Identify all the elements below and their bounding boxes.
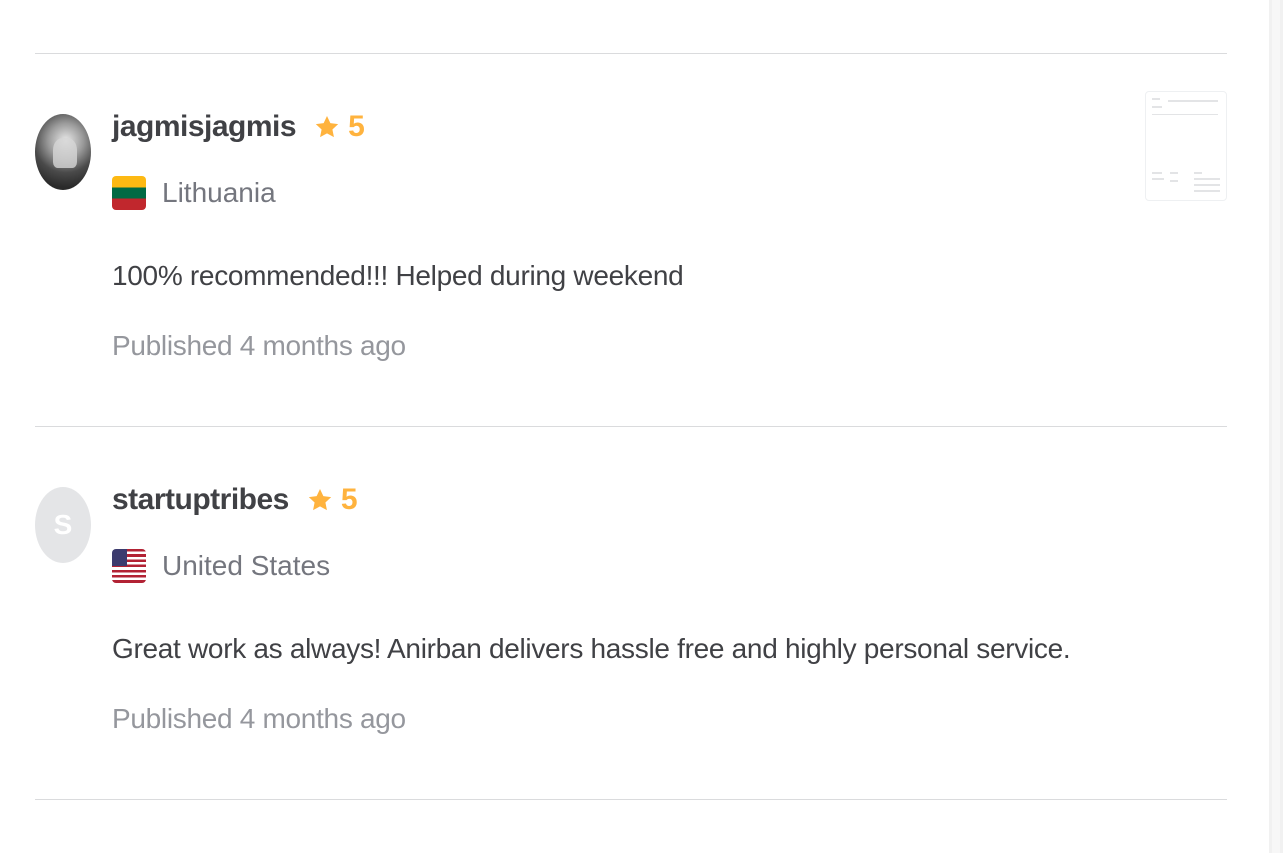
review-item: S startuptribes 5 United States Great wo… (35, 427, 1227, 799)
flag-united-states-icon (112, 549, 146, 583)
published-date: Published 4 months ago (112, 330, 406, 361)
username[interactable]: jagmisjagmis (112, 110, 297, 144)
star-icon (315, 115, 339, 138)
attachment-thumbnail[interactable] (1145, 91, 1227, 201)
review-text: 100% recommended!!! Helped during weeken… (112, 260, 684, 291)
rating-value: 5 (348, 110, 365, 143)
scrollbar-track[interactable] (1269, 0, 1283, 853)
country-name: Lithuania (162, 177, 276, 208)
published-date: Published 4 months ago (112, 703, 406, 734)
review-text: Great work as always! Anirban delivers h… (112, 633, 1071, 664)
review-header: jagmisjagmis 5 (112, 110, 365, 144)
country-name: United States (162, 550, 331, 581)
reviews-list: jagmisjagmis 5 Lithuania 100% recommende… (35, 0, 1227, 800)
star-icon (308, 488, 332, 511)
review-header: startuptribes 5 (112, 483, 358, 517)
avatar[interactable]: S (35, 487, 91, 563)
username[interactable]: startuptribes (112, 483, 289, 517)
avatar-initial: S (53, 509, 73, 540)
avatar[interactable] (35, 114, 91, 190)
country-row: Lithuania (112, 176, 276, 210)
divider (35, 799, 1227, 800)
scrollbar-thumb[interactable] (1272, 0, 1280, 853)
rating-value: 5 (340, 483, 358, 516)
flag-lithuania-icon (112, 176, 146, 210)
country-row: United States (112, 549, 330, 583)
review-item: jagmisjagmis 5 Lithuania 100% recommende… (35, 54, 1227, 426)
